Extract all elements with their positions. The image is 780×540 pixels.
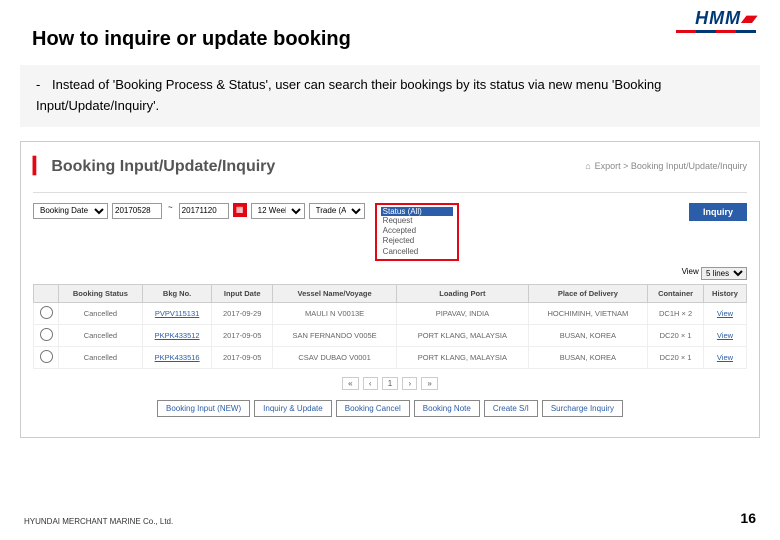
cell-port: PORT KLANG, MALAYSIA (397, 325, 528, 347)
cell-bkg-link[interactable]: PKPK433512 (142, 325, 212, 347)
brand-logo: HMM▰ (695, 8, 756, 29)
cell-date: 2017-09-05 (212, 325, 272, 347)
pager-first[interactable]: « (342, 377, 358, 390)
breadcrumb[interactable]: ⌂Export > Booking Input/Update/Inquiry (585, 161, 747, 171)
cell-date: 2017-09-05 (212, 347, 272, 369)
cell-date: 2017-09-29 (212, 303, 272, 325)
status-selected[interactable]: Status (All) (381, 207, 453, 216)
status-option[interactable]: Request (381, 216, 453, 226)
action-button[interactable]: Surcharge Inquiry (542, 400, 623, 417)
action-button[interactable]: Booking Input (NEW) (157, 400, 250, 417)
action-button-row: Booking Input (NEW)Inquiry & UpdateBooki… (33, 400, 747, 417)
date-mode-select[interactable]: Booking Date (33, 203, 108, 219)
cell-history-link[interactable]: View (703, 303, 746, 325)
cell-container: DC20 × 1 (648, 347, 704, 369)
column-header: History (703, 285, 746, 303)
pager-next[interactable]: › (402, 377, 417, 390)
column-header: Input Date (212, 285, 272, 303)
cell-history-link[interactable]: View (703, 347, 746, 369)
action-button[interactable]: Booking Cancel (336, 400, 410, 417)
date-to-input[interactable] (179, 203, 229, 219)
cell-vessel: CSAV DUBAO V0001 (272, 347, 396, 369)
cell-delivery: BUSAN, KOREA (528, 325, 648, 347)
view-lines-select[interactable]: 5 lines (701, 267, 747, 280)
cell-vessel: MAULI N V0013E (272, 303, 396, 325)
status-option[interactable]: Rejected (381, 236, 453, 246)
table-row: CancelledPVPV1151312017-09-29MAULI N V00… (34, 303, 747, 325)
cell-delivery: HOCHIMINH, VIETNAM (528, 303, 648, 325)
calendar-icon[interactable]: ▦ (233, 203, 247, 217)
cell-port: PIPAVAV, INDIA (397, 303, 528, 325)
logo-accent-icon: ▰ (741, 8, 756, 28)
action-button[interactable]: Inquiry & Update (254, 400, 332, 417)
table-row: CancelledPKPK4335162017-09-05CSAV DUBAO … (34, 347, 747, 369)
home-icon: ⌂ (585, 161, 590, 171)
logo-underline (676, 30, 756, 33)
row-radio[interactable] (40, 328, 53, 341)
booking-table: Booking StatusBkg No.Input DateVessel Na… (33, 284, 747, 369)
row-radio[interactable] (40, 306, 53, 319)
date-from-input[interactable] (112, 203, 162, 219)
table-row: CancelledPKPK4335122017-09-05SAN FERNAND… (34, 325, 747, 347)
status-option[interactable]: Accepted (381, 226, 453, 236)
instruction-note: -Instead of 'Booking Process & Status', … (20, 65, 760, 127)
trade-select[interactable]: Trade (All) (309, 203, 365, 219)
column-header: Loading Port (397, 285, 528, 303)
cell-status: Cancelled (59, 325, 143, 347)
pager-prev[interactable]: ‹ (363, 377, 378, 390)
cell-status: Cancelled (59, 303, 143, 325)
column-header (34, 285, 59, 303)
cell-history-link[interactable]: View (703, 325, 746, 347)
status-listbox[interactable]: Status (All) Request Accepted Rejected C… (375, 203, 459, 262)
footer-page-number: 16 (740, 510, 756, 526)
pager: « ‹ 1 › » (33, 377, 747, 390)
status-option[interactable]: Cancelled (381, 247, 453, 257)
column-header: Booking Status (59, 285, 143, 303)
date-separator: ~ (166, 203, 175, 212)
pager-last[interactable]: » (421, 377, 437, 390)
cell-delivery: BUSAN, KOREA (528, 347, 648, 369)
column-header: Bkg No. (142, 285, 212, 303)
cell-bkg-link[interactable]: PKPK433516 (142, 347, 212, 369)
column-header: Container (648, 285, 704, 303)
title-bar-icon: ▎ (33, 158, 45, 175)
filter-row: Booking Date ~ ▦ 12 Weeks Trade (All) St… (33, 192, 747, 262)
weeks-select[interactable]: 12 Weeks (251, 203, 305, 219)
panel-title: ▎Booking Input/Update/Inquiry (33, 156, 275, 176)
cell-status: Cancelled (59, 347, 143, 369)
pager-page[interactable]: 1 (382, 377, 398, 390)
column-header: Vessel Name/Voyage (272, 285, 396, 303)
view-label: View (682, 267, 699, 280)
cell-container: DC1H × 2 (648, 303, 704, 325)
cell-bkg-link[interactable]: PVPV115131 (142, 303, 212, 325)
action-button[interactable]: Booking Note (414, 400, 480, 417)
slide-title: How to inquire or update booking (0, 0, 780, 59)
booking-panel: ▎Booking Input/Update/Inquiry ⌂Export > … (20, 141, 760, 439)
inquiry-button[interactable]: Inquiry (689, 203, 747, 221)
footer-company: HYUNDAI MERCHANT MARINE Co., Ltd. (24, 517, 173, 526)
cell-port: PORT KLANG, MALAYSIA (397, 347, 528, 369)
action-button[interactable]: Create S/I (484, 400, 538, 417)
cell-vessel: SAN FERNANDO V005E (272, 325, 396, 347)
row-radio[interactable] (40, 350, 53, 363)
cell-container: DC20 × 1 (648, 325, 704, 347)
column-header: Place of Delivery (528, 285, 648, 303)
